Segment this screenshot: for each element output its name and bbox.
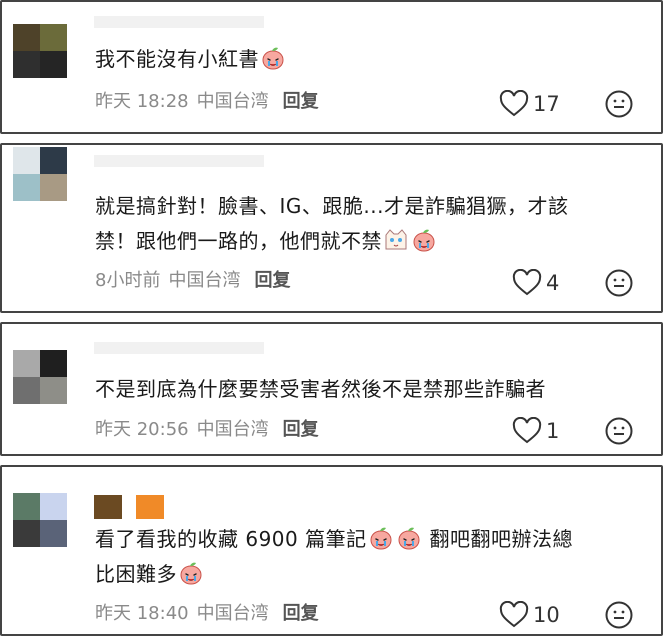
timestamp: 昨天 20:56 (95, 419, 189, 440)
crying-peach-emoji-icon (260, 45, 286, 71)
reply-button[interactable]: 回复 (283, 91, 319, 112)
avatar-tile (40, 147, 67, 174)
avatar[interactable] (13, 147, 67, 201)
comment-text: 我不能沒有小紅書 (95, 42, 633, 77)
avatar-tile (13, 377, 40, 404)
comment-text-segment: 看了看我的收藏 6900 篇筆記 (95, 527, 367, 551)
avatar-tile (40, 174, 67, 201)
comment-text-line: 比困難多 (95, 557, 633, 592)
username-blurred[interactable] (94, 495, 164, 519)
username-tile (136, 495, 164, 519)
location: 中国台湾 (196, 603, 269, 624)
location: 中国台湾 (196, 419, 269, 440)
smiley-face-icon[interactable] (604, 600, 634, 630)
smiley-face-icon[interactable] (604, 89, 634, 119)
crying-peach-emoji-icon (368, 525, 394, 551)
avatar[interactable] (13, 350, 67, 404)
like-button[interactable]: 10 (499, 601, 560, 629)
comment-text: 看了看我的收藏 6900 篇筆記 翻吧翻吧辦法總 比困難多 (95, 522, 633, 592)
location: 中国台湾 (168, 270, 241, 291)
avatar-tile (13, 493, 40, 520)
comment-text-segment: 比困難多 (95, 562, 177, 586)
avatar-tile (40, 377, 67, 404)
avatar[interactable] (13, 493, 67, 547)
comment-meta: 昨天 18:40 中国台湾 回复 (95, 600, 319, 628)
avatar-tile (13, 520, 40, 547)
crying-peach-emoji-icon (411, 227, 437, 253)
avatar-tile (13, 174, 40, 201)
comment-text-line: 禁！跟他們一路的，他們就不禁 (95, 224, 633, 259)
crying-peach-emoji-icon (178, 560, 204, 586)
heart-outline-icon (499, 90, 529, 117)
heart-outline-icon (512, 417, 542, 444)
comment-text-segment: 不是到底為什麼要禁受害者然後不是禁那些詐騙者 (95, 377, 546, 401)
timestamp: 昨天 18:28 (95, 91, 189, 112)
comment-text-line: 就是搞針對！臉書、IG、跟脆...才是詐騙猖獗，才該 (95, 194, 569, 218)
avatar-tile (13, 24, 40, 51)
comment-card: 看了看我的收藏 6900 篇筆記 翻吧翻吧辦法總 比困難多 昨天 18:40 中国… (0, 465, 663, 636)
crying-peach-emoji-icon (396, 525, 422, 551)
comment-card: 不是到底為什麼要禁受害者然後不是禁那些詐騙者 昨天 20:56 中国台湾 回复 1 (0, 322, 663, 456)
like-button[interactable]: 4 (512, 269, 559, 297)
avatar-tile (13, 350, 40, 377)
reply-button[interactable]: 回复 (254, 270, 290, 291)
comment-meta: 昨天 18:28 中国台湾 回复 (95, 88, 319, 116)
like-count: 10 (533, 603, 560, 627)
avatar-tile (13, 51, 40, 78)
heart-outline-icon (512, 269, 542, 296)
username-blurred[interactable] (94, 342, 264, 354)
heart-outline-icon (499, 601, 529, 628)
comment-text: 不是到底為什麼要禁受害者然後不是禁那些詐騙者 (95, 372, 633, 407)
avatar-tile (40, 520, 67, 547)
avatar-tile (40, 51, 67, 78)
timestamp: 8小时前 (95, 270, 161, 291)
like-button[interactable]: 17 (499, 90, 560, 118)
timestamp: 昨天 18:40 (95, 603, 189, 624)
comment-meta: 昨天 20:56 中国台湾 回复 (95, 416, 319, 444)
reply-button[interactable]: 回复 (283, 419, 319, 440)
smiley-face-icon[interactable] (604, 416, 634, 446)
comment-card: 我不能沒有小紅書 昨天 18:28 中国台湾 回复 17 (0, 0, 663, 134)
comment-text-segment: 禁！跟他們一路的，他們就不禁 (95, 229, 382, 253)
comment-card: 就是搞針對！臉書、IG、跟脆...才是詐騙猖獗，才該 禁！跟他們一路的，他們就不… (0, 143, 663, 313)
comment-text-segment: 翻吧翻吧辦法總 (429, 527, 573, 551)
comment-text-line: 看了看我的收藏 6900 篇筆記 翻吧翻吧辦法總 (95, 522, 633, 557)
username-blurred[interactable] (94, 16, 264, 28)
avatar-tile (40, 24, 67, 51)
avatar[interactable] (13, 24, 67, 78)
comment-text: 就是搞針對！臉書、IG、跟脆...才是詐騙猖獗，才該 禁！跟他們一路的，他們就不… (95, 189, 633, 259)
avatar-tile (13, 147, 40, 174)
like-count: 1 (546, 419, 560, 443)
comment-meta: 8小时前 中国台湾 回复 (95, 267, 290, 295)
avatar-tile (40, 350, 67, 377)
location: 中国台湾 (196, 91, 269, 112)
comment-text-segment: 我不能沒有小紅書 (95, 47, 259, 71)
avatar-tile (40, 493, 67, 520)
reply-button[interactable]: 回复 (283, 603, 319, 624)
like-button[interactable]: 1 (512, 417, 559, 445)
username-tile (94, 495, 122, 519)
crying-cat-emoji-icon (383, 227, 409, 253)
username-blurred[interactable] (94, 155, 264, 167)
like-count: 17 (533, 92, 560, 116)
like-count: 4 (546, 271, 560, 295)
smiley-face-icon[interactable] (604, 268, 634, 298)
